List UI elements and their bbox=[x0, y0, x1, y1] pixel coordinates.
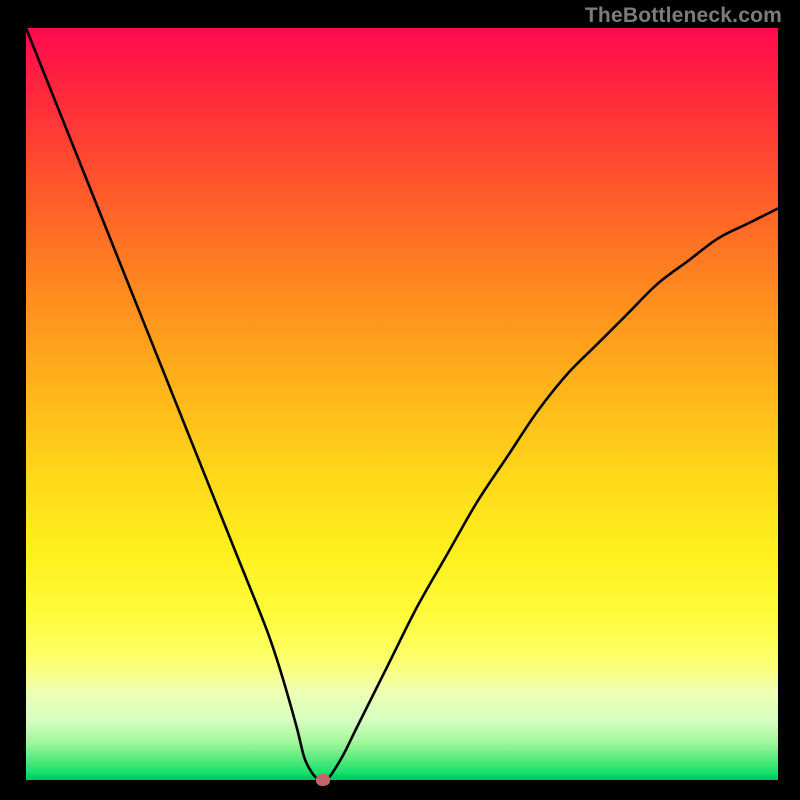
optimal-point-marker bbox=[316, 774, 330, 786]
plot-area bbox=[26, 28, 778, 780]
bottleneck-curve bbox=[26, 28, 778, 780]
chart-svg bbox=[26, 28, 778, 780]
watermark-text: TheBottleneck.com bbox=[585, 4, 782, 28]
chart-frame: TheBottleneck.com bbox=[0, 0, 800, 800]
